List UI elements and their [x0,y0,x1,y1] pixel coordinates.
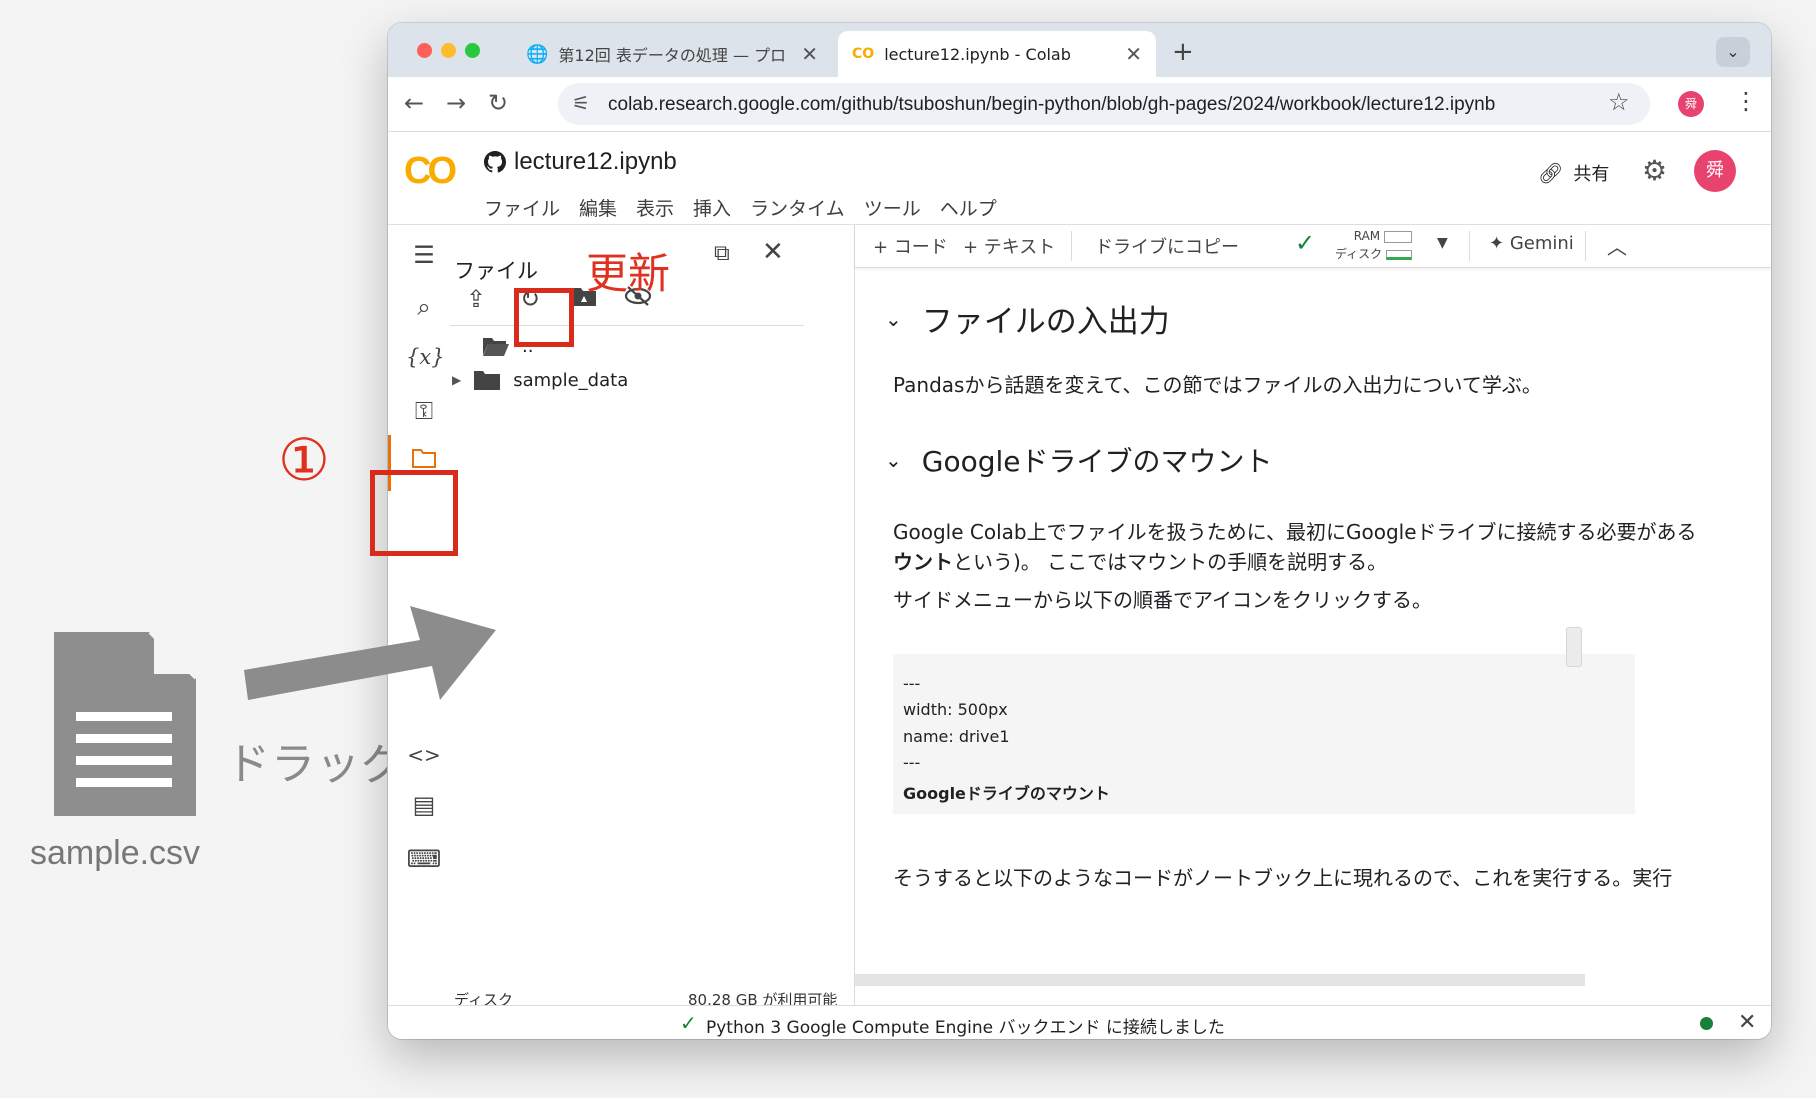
code-line: --- [903,753,921,772]
sparkle-icon: ✦ [1489,233,1505,254]
tab-label: lecture12.ipynb - Colab [884,44,1071,64]
notebook-content: ⌄ ファイルの入出力 Pandasから話題を変えて、この節ではファイルの入出力に… [855,268,1771,988]
runtime-dropdown-icon[interactable]: ▼ [1437,235,1448,251]
user-avatar[interactable]: 舜 [1694,150,1736,192]
table-of-contents-icon[interactable]: ☰ [406,237,442,273]
code-snippets-icon[interactable]: <> [406,737,442,773]
menu-insert[interactable]: 挿入 [693,194,731,221]
maximize-window-button[interactable] [465,43,480,58]
add-code-button[interactable]: + コード [873,233,948,259]
subsection-heading[interactable]: ⌄ Googleドライブのマウント [885,440,1273,480]
drag-arrow [244,606,496,700]
files-highlight-box [370,470,458,556]
code-block[interactable]: --- width: 500px name: drive1 --- Google… [893,654,1635,814]
search-icon[interactable]: ⌕ [406,289,442,325]
close-panel-icon[interactable]: ✕ [762,237,784,267]
url-text: colab.research.google.com/github/tsubosh… [608,94,1496,115]
collapse-chevron-icon[interactable]: ︿ [1607,231,1627,260]
status-bar: ✓ Python 3 Google Compute Engine バックエンド … [388,1005,1771,1039]
browser-profile-avatar[interactable]: 舜 [1678,91,1704,117]
connected-check-icon: ✓ [1295,229,1316,257]
gemini-button[interactable]: ✦ Gemini [1489,233,1574,254]
upload-file-icon[interactable]: ⇪ [456,279,496,319]
toolbar-separator [1585,231,1586,261]
horizontal-scrollbar[interactable] [855,974,1585,986]
toolbar-separator [1469,231,1470,261]
forward-arrow-icon[interactable]: → [446,89,466,117]
colab-favicon-icon: CO [852,46,875,62]
section-heading[interactable]: ⌄ ファイルの入出力 [885,296,1170,341]
variables-icon[interactable]: {x} [406,339,445,375]
close-tab-icon[interactable]: ✕ [801,42,818,66]
close-tab-icon[interactable]: ✕ [1125,42,1142,66]
globe-icon: 🌐 [526,43,549,65]
code-line: width: 500px [903,700,1008,719]
notebook-title[interactable]: lecture12.ipynb [484,148,677,176]
step-1-marker: ① [278,426,330,494]
menu-file[interactable]: ファイル [484,194,560,221]
menu-edit[interactable]: 編集 [579,194,617,221]
secrets-key-icon[interactable]: ⚿ [406,393,442,429]
terminal-icon[interactable]: ⌨ [406,841,442,877]
minimize-window-button[interactable] [441,43,456,58]
file-row-sample-data[interactable]: ▶ sample_data [452,369,628,391]
csv-file-icon[interactable] [54,632,196,816]
text-cell: Google Colab上でファイルを扱うために、最初にGoogleドライブに接… [893,520,1697,544]
back-arrow-icon[interactable]: ← [404,89,424,117]
code-line: Googleドライブのマウント [903,784,1110,803]
browser-menu-icon[interactable]: ⋮ [1734,87,1758,115]
tab-search-chevron-icon[interactable]: ⌄ [1716,37,1750,67]
status-message: Python 3 Google Compute Engine バックエンド に接… [706,1018,1225,1038]
collapse-section-icon[interactable]: ⌄ [885,448,902,472]
resource-meter[interactable]: RAM ディスク [1335,227,1412,263]
connection-status-dot [1700,1017,1713,1030]
github-icon [484,151,506,173]
expand-caret-icon[interactable]: ▶ [452,373,461,387]
add-text-button[interactable]: + テキスト [963,233,1055,259]
vertical-scrollbar[interactable] [1566,627,1582,667]
code-line: name: drive1 [903,727,1010,746]
notebook-toolbar: + コード + テキスト ドライブにコピー ✓ RAM ディスク ▼ ✦ Gem… [855,225,1771,268]
folder-open-icon [483,338,509,356]
menu-view[interactable]: 表示 [636,194,674,221]
status-check-icon: ✓ [680,1011,697,1035]
new-tab-button[interactable]: + [1172,37,1194,67]
close-status-icon[interactable]: ✕ [1738,1010,1756,1035]
refresh-annotation-label: 更新 [586,249,671,298]
text-cell: そうすると以下のようなコードがノートブック上に現れるので、これを実行する。実行 [893,866,1673,890]
copy-to-drive-button[interactable]: ドライブにコピー [1095,233,1239,259]
bookmark-star-icon[interactable]: ☆ [1608,88,1630,116]
collapse-section-icon[interactable]: ⌄ [885,307,902,331]
tab-colab[interactable]: CO lecture12.ipynb - Colab ✕ [838,31,1156,77]
browser-window: 🌐 第12回 表データの処理 — プログ ✕ CO lecture12.ipyn… [388,23,1771,1039]
refresh-highlight-box [514,288,574,347]
menu-bar: ファイル 編集 表示 挿入 ランタイム ツール ヘルプ [484,194,997,221]
menu-help[interactable]: ヘルプ [940,194,997,221]
settings-gear-icon[interactable]: ⚙ [1642,154,1667,187]
address-bar[interactable]: ⚟ colab.research.google.com/github/tsubo… [558,83,1650,125]
text-cell: Pandasから話題を変えて、この節ではファイルの入出力について学ぶ。 [893,373,1542,397]
toolbar-divider [450,325,804,326]
tab-label: 第12回 表データの処理 — プログ [558,46,787,65]
folder-icon [474,371,501,390]
command-palette-icon[interactable]: ▤ [406,787,442,823]
reload-icon[interactable]: ↻ [488,89,508,117]
menu-runtime[interactable]: ランタイム [750,194,845,221]
site-settings-icon[interactable]: ⚟ [572,91,590,115]
close-window-button[interactable] [417,43,432,58]
text-cell: サイドメニューから以下の順番でアイコンをクリックする。 [893,588,1432,612]
open-in-tab-icon[interactable]: ⧉ [714,241,730,266]
browser-toolbar: ← → ↻ ⚟ colab.research.google.com/github… [388,77,1771,132]
menu-tools[interactable]: ツール [864,194,921,221]
share-button[interactable]: 🔗︎ 共有 [1538,160,1609,186]
colab-header: CO lecture12.ipynb ファイル 編集 表示 挿入 ランタイム ツ… [388,132,1771,225]
link-icon: 🔗︎ [1538,161,1564,185]
csv-file-label: sample.csv [30,834,201,872]
tab-lecture-page[interactable]: 🌐 第12回 表データの処理 — プログ ✕ [512,31,832,77]
toolbar-separator [1071,231,1072,261]
code-line: --- [903,674,921,693]
text-cell: ウントという)。 ここではマウントの手順を説明する。 [893,550,1388,574]
tab-bar: 🌐 第12回 表データの処理 — プログ ✕ CO lecture12.ipyn… [388,23,1771,77]
colab-logo[interactable]: CO [404,150,457,193]
